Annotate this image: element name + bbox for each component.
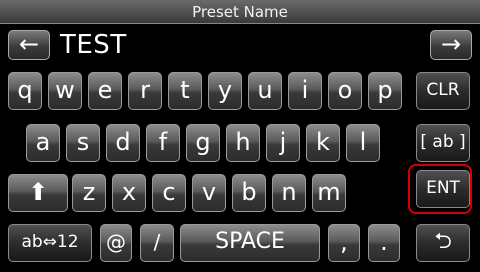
enter-highlight-circle: [408, 164, 472, 214]
key-i[interactable]: i: [288, 72, 322, 110]
key-b[interactable]: b: [232, 174, 266, 212]
clear-button[interactable]: CLR: [416, 72, 470, 110]
preset-name-input[interactable]: TEST: [60, 28, 127, 62]
key-w[interactable]: w: [48, 72, 82, 110]
mode-switch-button[interactable]: ab⇔12: [8, 224, 92, 262]
back-button[interactable]: ⮌: [416, 224, 470, 262]
key-h[interactable]: h: [226, 124, 260, 162]
key-y[interactable]: y: [208, 72, 242, 110]
return-icon: ⮌: [434, 229, 452, 254]
cursor-left-button[interactable]: ←: [8, 30, 50, 60]
name-input-row: ← TEST →: [0, 26, 480, 64]
key-n[interactable]: n: [272, 174, 306, 212]
space-key[interactable]: SPACE: [180, 224, 320, 262]
key-s[interactable]: s: [66, 124, 100, 162]
key-period[interactable]: .: [368, 224, 400, 262]
key-comma[interactable]: ,: [328, 224, 360, 262]
key-p[interactable]: p: [368, 72, 402, 110]
key-o[interactable]: o: [328, 72, 362, 110]
key-at[interactable]: @: [100, 224, 132, 262]
key-k[interactable]: k: [306, 124, 340, 162]
ab-mode-button[interactable]: [ ab ]: [416, 124, 470, 162]
key-slash[interactable]: /: [140, 224, 174, 262]
key-q[interactable]: q: [8, 72, 42, 110]
key-t[interactable]: t: [168, 72, 202, 110]
key-v[interactable]: v: [192, 174, 226, 212]
key-m[interactable]: m: [312, 174, 346, 212]
window-title: Preset Name: [0, 0, 480, 24]
shift-key[interactable]: ⬆: [8, 174, 68, 212]
shift-arrow-icon: ⬆: [27, 178, 49, 206]
cursor-right-button[interactable]: →: [430, 30, 472, 60]
key-x[interactable]: x: [112, 174, 146, 212]
key-e[interactable]: e: [88, 72, 122, 110]
key-a[interactable]: a: [26, 124, 60, 162]
key-c[interactable]: c: [152, 174, 186, 212]
key-d[interactable]: d: [106, 124, 140, 162]
key-u[interactable]: u: [248, 72, 282, 110]
key-f[interactable]: f: [146, 124, 180, 162]
key-r[interactable]: r: [128, 72, 162, 110]
key-g[interactable]: g: [186, 124, 220, 162]
key-l[interactable]: l: [346, 124, 380, 162]
key-z[interactable]: z: [72, 174, 106, 212]
key-j[interactable]: j: [266, 124, 300, 162]
